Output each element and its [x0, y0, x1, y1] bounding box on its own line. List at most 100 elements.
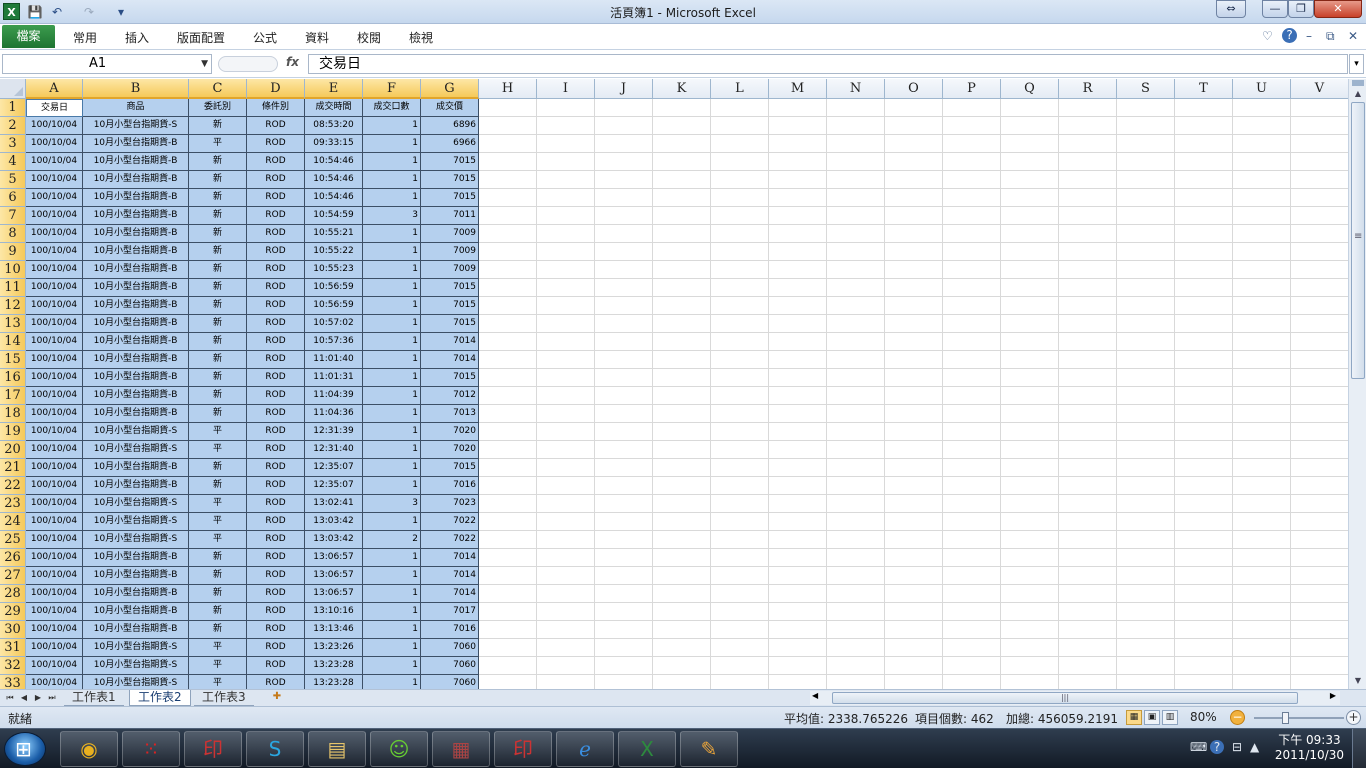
data-cell[interactable]: 100/10/04: [26, 585, 83, 603]
scroll-left-icon[interactable]: ◀: [812, 691, 818, 700]
empty-cell[interactable]: [537, 99, 595, 117]
empty-cell[interactable]: [1291, 243, 1348, 261]
empty-cell[interactable]: [537, 279, 595, 297]
empty-cell[interactable]: [943, 603, 1001, 621]
empty-cell[interactable]: [769, 657, 827, 675]
empty-cell[interactable]: [943, 369, 1001, 387]
data-cell[interactable]: 12:31:40: [305, 441, 363, 459]
empty-cell[interactable]: [1291, 675, 1348, 689]
row-header[interactable]: 8: [0, 225, 26, 243]
empty-cell[interactable]: [885, 207, 943, 225]
empty-cell[interactable]: [537, 243, 595, 261]
empty-cell[interactable]: [885, 153, 943, 171]
empty-cell[interactable]: [769, 639, 827, 657]
empty-cell[interactable]: [1117, 603, 1175, 621]
empty-cell[interactable]: [885, 135, 943, 153]
row-header[interactable]: 3: [0, 135, 26, 153]
empty-cell[interactable]: [1291, 603, 1348, 621]
empty-cell[interactable]: [769, 135, 827, 153]
empty-cell[interactable]: [769, 297, 827, 315]
start-button[interactable]: [4, 732, 46, 766]
normal-view-icon[interactable]: ▦: [1126, 710, 1142, 725]
data-cell[interactable]: 10:54:59: [305, 207, 363, 225]
empty-cell[interactable]: [711, 585, 769, 603]
empty-cell[interactable]: [537, 549, 595, 567]
empty-cell[interactable]: [1059, 171, 1117, 189]
empty-cell[interactable]: [653, 621, 711, 639]
empty-cell[interactable]: [1059, 477, 1117, 495]
empty-cell[interactable]: [653, 585, 711, 603]
empty-cell[interactable]: [885, 603, 943, 621]
empty-cell[interactable]: [1291, 315, 1348, 333]
empty-cell[interactable]: [537, 477, 595, 495]
data-cell[interactable]: 7022: [421, 531, 479, 549]
empty-cell[interactable]: [479, 135, 537, 153]
empty-cell[interactable]: [1291, 405, 1348, 423]
empty-cell[interactable]: [769, 261, 827, 279]
empty-cell[interactable]: [827, 657, 885, 675]
data-cell[interactable]: 13:06:57: [305, 585, 363, 603]
empty-cell[interactable]: [1059, 675, 1117, 689]
empty-cell[interactable]: [479, 99, 537, 117]
empty-cell[interactable]: [1059, 603, 1117, 621]
empty-cell[interactable]: [827, 459, 885, 477]
data-cell[interactable]: 1: [363, 171, 421, 189]
column-header-j[interactable]: J: [595, 79, 653, 99]
column-header-v[interactable]: V: [1291, 79, 1348, 99]
data-cell[interactable]: 新: [189, 171, 247, 189]
data-cell[interactable]: 7015: [421, 369, 479, 387]
empty-cell[interactable]: [711, 603, 769, 621]
sheet-tab-1[interactable]: 工作表1: [64, 690, 124, 706]
data-cell[interactable]: 100/10/04: [26, 621, 83, 639]
data-cell[interactable]: 12:35:07: [305, 459, 363, 477]
empty-cell[interactable]: [943, 387, 1001, 405]
empty-cell[interactable]: [711, 459, 769, 477]
empty-cell[interactable]: [595, 531, 653, 549]
empty-cell[interactable]: [827, 279, 885, 297]
column-header-d[interactable]: D: [247, 79, 305, 99]
empty-cell[interactable]: [827, 243, 885, 261]
empty-cell[interactable]: [943, 621, 1001, 639]
empty-cell[interactable]: [1233, 405, 1291, 423]
empty-cell[interactable]: [1175, 189, 1233, 207]
empty-cell[interactable]: [537, 387, 595, 405]
empty-cell[interactable]: [1291, 117, 1348, 135]
column-header-e[interactable]: E: [305, 79, 363, 99]
empty-cell[interactable]: [1001, 225, 1059, 243]
empty-cell[interactable]: [827, 207, 885, 225]
taskbar-winrar-icon[interactable]: ▦: [432, 731, 490, 767]
empty-cell[interactable]: [1001, 315, 1059, 333]
data-cell[interactable]: 7016: [421, 621, 479, 639]
empty-cell[interactable]: [537, 639, 595, 657]
data-cell[interactable]: 新: [189, 189, 247, 207]
empty-cell[interactable]: [479, 225, 537, 243]
data-cell[interactable]: 7016: [421, 477, 479, 495]
empty-cell[interactable]: [769, 117, 827, 135]
empty-cell[interactable]: [595, 351, 653, 369]
empty-cell[interactable]: [479, 639, 537, 657]
data-cell[interactable]: 1: [363, 657, 421, 675]
empty-cell[interactable]: [1291, 639, 1348, 657]
data-cell[interactable]: 1: [363, 621, 421, 639]
data-cell[interactable]: 10月小型台指期貨-B: [83, 243, 189, 261]
empty-cell[interactable]: [827, 369, 885, 387]
zoom-slider-track[interactable]: [1254, 717, 1344, 719]
empty-cell[interactable]: [1175, 207, 1233, 225]
empty-cell[interactable]: [769, 405, 827, 423]
empty-cell[interactable]: [769, 585, 827, 603]
data-cell[interactable]: 新: [189, 459, 247, 477]
data-cell[interactable]: 1: [363, 567, 421, 585]
empty-cell[interactable]: [1117, 315, 1175, 333]
page-layout-view-icon[interactable]: ▣: [1144, 710, 1160, 725]
empty-cell[interactable]: [653, 423, 711, 441]
empty-cell[interactable]: [595, 243, 653, 261]
column-header-i[interactable]: I: [537, 79, 595, 99]
empty-cell[interactable]: [1175, 675, 1233, 689]
empty-cell[interactable]: [943, 549, 1001, 567]
empty-cell[interactable]: [943, 135, 1001, 153]
select-all-button[interactable]: [0, 79, 26, 99]
empty-cell[interactable]: [885, 513, 943, 531]
empty-cell[interactable]: [595, 135, 653, 153]
data-cell[interactable]: ROD: [247, 225, 305, 243]
empty-cell[interactable]: [943, 117, 1001, 135]
